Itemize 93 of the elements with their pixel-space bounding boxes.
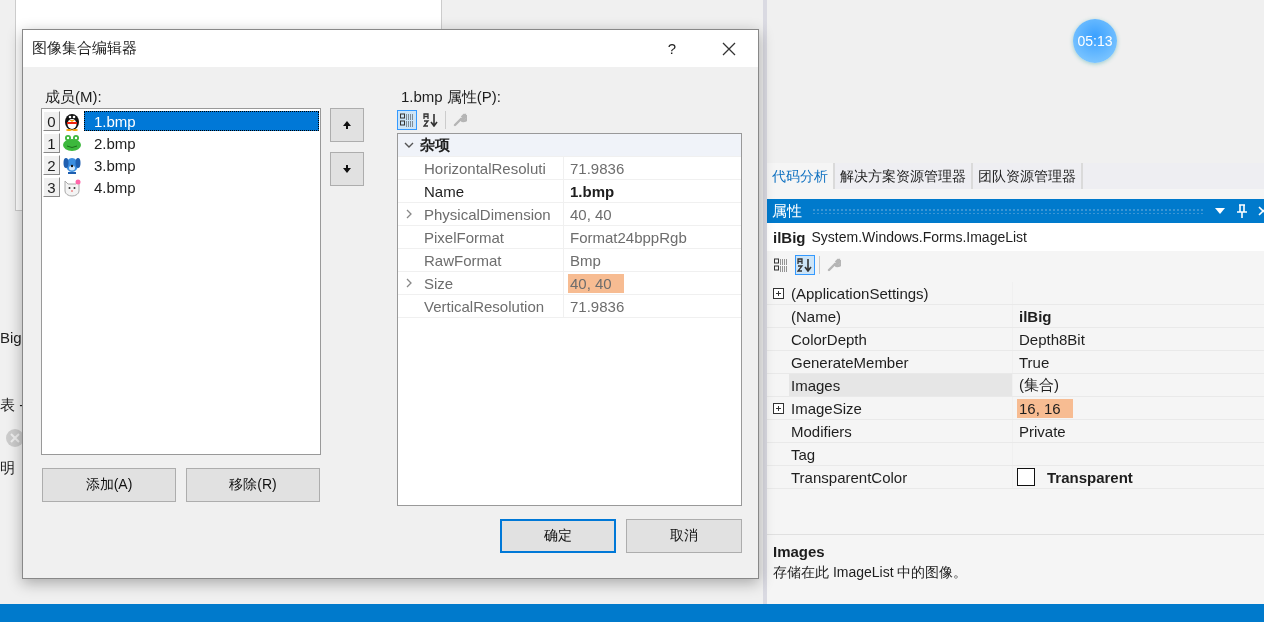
ok-button[interactable]: 确定: [500, 519, 616, 553]
cancel-button[interactable]: 取消: [626, 519, 742, 553]
property-name[interactable]: VerticalResolution: [420, 295, 564, 317]
property-row[interactable]: ImageSize 16, 16: [767, 397, 1264, 420]
property-name[interactable]: (Name): [789, 305, 1013, 327]
property-row[interactable]: PhysicalDimension 40, 40: [398, 203, 741, 226]
property-row[interactable]: PixelFormat Format24bppRgb: [398, 226, 741, 249]
add-button[interactable]: 添加(A): [42, 468, 176, 502]
cat-icon: [62, 177, 82, 197]
property-value[interactable]: Private: [1017, 421, 1068, 441]
property-name[interactable]: Tag: [789, 443, 1013, 465]
expand-chevron-icon[interactable]: [405, 209, 413, 219]
property-row[interactable]: RawFormat Bmp: [398, 249, 741, 272]
object-type: System.Windows.Forms.ImageList: [811, 229, 1027, 245]
text-fragment: 表 -: [0, 396, 25, 415]
text-fragment: Big: [0, 329, 22, 346]
property-value[interactable]: 1.bmp: [568, 181, 617, 201]
property-value[interactable]: Depth8Bit: [1017, 329, 1087, 349]
dog-icon: [62, 155, 82, 175]
property-name[interactable]: PhysicalDimension: [420, 203, 564, 225]
sort-alphabetical-icon[interactable]: [421, 110, 441, 130]
property-value[interactable]: Bmp: [568, 250, 603, 270]
property-row[interactable]: ColorDepth Depth8Bit: [767, 328, 1264, 351]
description-text: 存储在此 ImageList 中的图像。: [773, 564, 969, 582]
member-item[interactable]: 1.bmp: [84, 111, 319, 131]
property-name[interactable]: RawFormat: [420, 249, 564, 271]
property-row[interactable]: TransparentColor Transparent: [767, 466, 1264, 489]
property-value[interactable]: 71.9836: [568, 158, 627, 178]
remove-button[interactable]: 移除(R): [186, 468, 320, 502]
arrow-down-icon: [342, 164, 352, 174]
property-name[interactable]: Size: [420, 272, 564, 294]
property-name[interactable]: HorizontalResoluti: [420, 157, 564, 179]
property-name[interactable]: PixelFormat: [420, 226, 564, 248]
description-title: Images: [773, 543, 826, 560]
property-value[interactable]: Transparent: [1045, 467, 1135, 487]
property-row[interactable]: VerticalResolution 71.9836: [398, 295, 741, 318]
text-fragment: 明: [0, 459, 15, 478]
category-row[interactable]: 杂项: [398, 134, 741, 157]
penguin-icon: [62, 111, 82, 131]
index-cell: 1: [43, 133, 60, 153]
property-row[interactable]: Size 40, 40: [398, 272, 741, 295]
panel-title: 属性: [772, 201, 802, 221]
property-row[interactable]: (ApplicationSettings): [767, 282, 1264, 305]
property-row[interactable]: Modifiers Private: [767, 420, 1264, 443]
index-cell: 3: [43, 177, 60, 197]
property-row[interactable]: Name 1.bmp: [398, 180, 741, 203]
move-down-button[interactable]: [330, 152, 364, 186]
property-row[interactable]: Images (集合): [767, 374, 1264, 397]
sort-alphabetical-icon[interactable]: [795, 255, 815, 275]
property-name[interactable]: Modifiers: [789, 420, 1013, 442]
arrow-up-icon: [342, 120, 352, 130]
expand-plus-icon[interactable]: [772, 287, 784, 299]
property-row[interactable]: HorizontalResoluti 71.9836: [398, 157, 741, 180]
member-item[interactable]: 2.bmp: [84, 133, 319, 153]
property-name[interactable]: GenerateMember: [789, 351, 1013, 373]
object-name: ilBig: [773, 228, 806, 246]
property-name[interactable]: Images: [789, 374, 1013, 396]
dialog-title: 图像集合编辑器: [32, 39, 138, 58]
help-button[interactable]: ?: [667, 40, 676, 57]
property-value[interactable]: (集合): [1017, 374, 1061, 396]
color-swatch: [1017, 468, 1035, 486]
close-icon[interactable]: [722, 41, 736, 56]
frog-icon: [62, 133, 82, 153]
member-item[interactable]: 3.bmp: [84, 155, 319, 175]
expand-chevron-icon[interactable]: [405, 278, 413, 288]
dropdown-icon[interactable]: [1214, 207, 1226, 215]
pin-icon[interactable]: [1236, 204, 1248, 218]
property-value[interactable]: ilBig: [1017, 306, 1054, 326]
index-cell: 0: [43, 111, 60, 131]
property-value[interactable]: True: [1017, 352, 1052, 372]
property-row[interactable]: GenerateMember True: [767, 351, 1264, 374]
panel-tab[interactable]: 解决方案资源管理器: [835, 163, 973, 189]
panel-tab[interactable]: 代码分析: [767, 163, 835, 189]
index-cell: 2: [43, 155, 60, 175]
property-value[interactable]: 40, 40: [568, 204, 614, 224]
categorized-view-icon[interactable]: [397, 110, 417, 130]
property-name[interactable]: Name: [420, 180, 564, 202]
expand-plus-icon[interactable]: [772, 402, 784, 414]
property-value[interactable]: 16, 16: [1017, 398, 1073, 418]
property-value[interactable]: 71.9836: [568, 296, 627, 316]
members-label: 成员(M):: [45, 88, 103, 107]
property-name[interactable]: TransparentColor: [789, 466, 1013, 488]
properties-label: 1.bmp 属性(P):: [401, 88, 503, 107]
category-label: 杂项: [420, 135, 450, 155]
property-name[interactable]: (ApplicationSettings): [789, 282, 1013, 304]
property-row[interactable]: (Name) ilBig: [767, 305, 1264, 328]
property-name[interactable]: ColorDepth: [789, 328, 1013, 350]
property-name[interactable]: ImageSize: [789, 397, 1013, 419]
member-item[interactable]: 4.bmp: [84, 177, 319, 197]
property-row[interactable]: Tag: [767, 443, 1264, 466]
panel-tab[interactable]: 团队资源管理器: [973, 163, 1083, 189]
property-value[interactable]: Format24bppRgb: [568, 227, 689, 247]
move-up-button[interactable]: [330, 108, 364, 142]
